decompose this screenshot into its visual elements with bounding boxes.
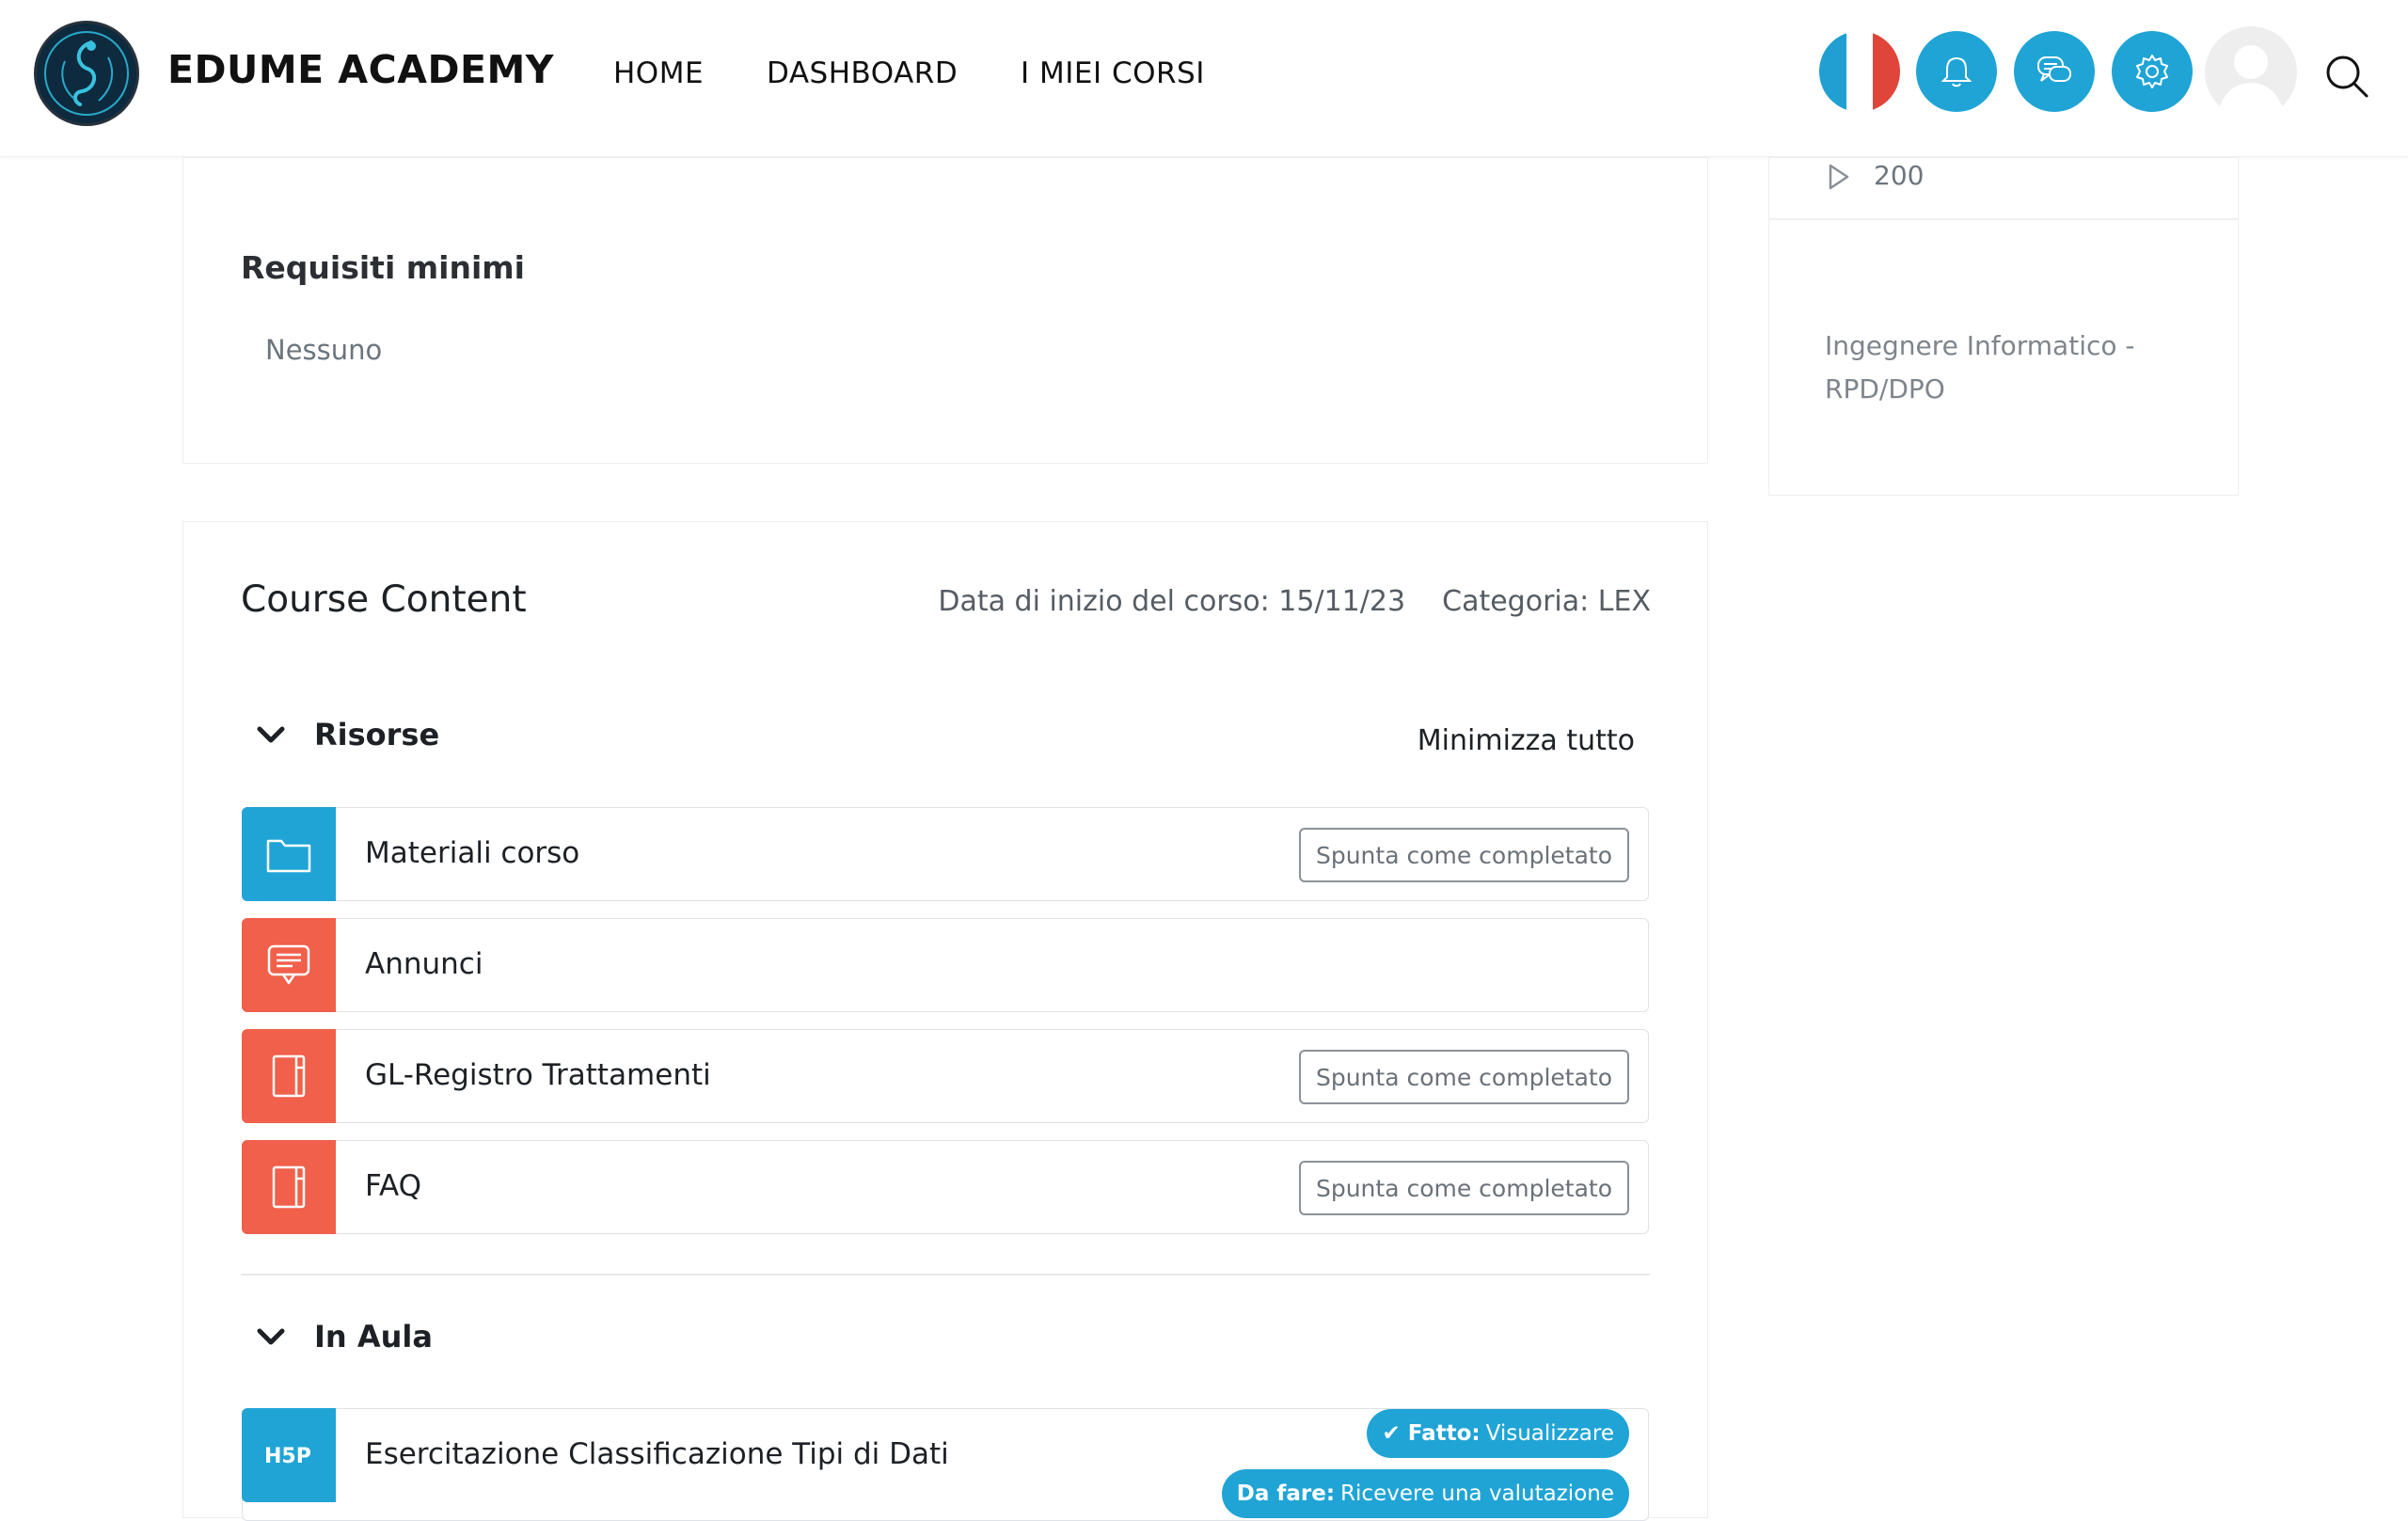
activity-row[interactable]: Annunci (242, 918, 1649, 1012)
badge-value: Visualizzare (1485, 1421, 1614, 1446)
language-flag-icon[interactable] (1819, 31, 1900, 112)
collapse-all-link[interactable]: Minimizza tutto (1418, 724, 1635, 757)
requirements-value: Nessuno (265, 334, 383, 366)
activity-row[interactable]: FAQ Spunta come completato (242, 1140, 1649, 1234)
course-content-title: Course Content (241, 578, 527, 621)
svg-text:H5P: H5P (264, 1445, 311, 1468)
check-icon: ✔ (1382, 1421, 1401, 1446)
play-icon (1829, 164, 1849, 190)
mark-complete-button[interactable]: Spunta come completato (1298, 1161, 1629, 1215)
brand-name[interactable]: EDUME ACADEMY (167, 47, 554, 92)
activity-name[interactable]: Esercitazione Classificazione Tipi di Da… (365, 1437, 949, 1471)
gear-icon (2136, 55, 2168, 88)
activity-name[interactable]: GL-Registro Trattamenti (365, 1058, 711, 1092)
teacher-role: Ingegnere Informatico - RPD/DPO (1825, 330, 2135, 404)
activity-row[interactable]: H5P Esercitazione Classificazione Tipi d… (242, 1408, 1649, 1521)
activity-count: 200 (1874, 160, 1925, 191)
notifications-button[interactable] (1916, 31, 1997, 112)
completion-done-badge: ✔ Fatto: Visualizzare (1367, 1409, 1629, 1458)
badge-label: Da fare: (1236, 1481, 1336, 1506)
chevron-down-icon[interactable] (256, 724, 286, 745)
completion-todo-badge: Da fare: Ricevere una valutazione (1221, 1469, 1629, 1518)
bell-icon (1941, 56, 1972, 87)
nav-my-courses[interactable]: I MIEI CORSI (1021, 56, 1205, 90)
mark-complete-button[interactable]: Spunta come completato (1298, 828, 1629, 882)
activity-name[interactable]: FAQ (365, 1169, 421, 1203)
requirements-card (182, 157, 1708, 464)
activity-row[interactable]: Materiali corso Spunta come completato (242, 807, 1649, 901)
settings-button[interactable] (2112, 31, 2193, 112)
activity-name[interactable]: Annunci (365, 947, 483, 981)
brand-logo[interactable] (34, 21, 139, 126)
badge-value: Ricevere una valutazione (1340, 1481, 1614, 1506)
user-avatar[interactable] (2205, 26, 2297, 119)
folder-icon (242, 807, 336, 901)
messages-button[interactable] (2014, 31, 2095, 112)
section-divider (241, 1274, 1650, 1275)
chat-icon (2037, 56, 2071, 82)
section-in-aula-header[interactable]: In Aula (256, 1319, 433, 1355)
section-risorse-header[interactable]: Risorse (256, 717, 439, 753)
badge-label: Fatto: (1407, 1421, 1481, 1446)
course-category: Categoria: LEX (1442, 585, 1651, 618)
course-start-date: Data di inizio del corso: 15/11/23 (938, 585, 1406, 618)
course-meta: Data di inizio del corso: 15/11/23 Categ… (938, 585, 1651, 618)
nav-dashboard[interactable]: DASHBOARD (767, 56, 958, 90)
teacher-card-divider (1768, 218, 2239, 220)
requirements-title: Requisiti minimi (241, 249, 525, 286)
site-header: EDUME ACADEMY HOME DASHBOARD I MIEI CORS… (0, 0, 2408, 157)
mark-complete-button[interactable]: Spunta come completato (1298, 1050, 1629, 1104)
h5p-icon: H5P (242, 1408, 336, 1502)
activity-row[interactable]: GL-Registro Trattamenti Spunta come comp… (242, 1029, 1649, 1123)
forum-icon (242, 918, 336, 1012)
chevron-down-icon[interactable] (256, 1326, 286, 1347)
activity-name[interactable]: Materiali corso (365, 836, 579, 870)
section-title: Risorse (314, 717, 440, 753)
course-content-card (182, 521, 1708, 1518)
section-title: In Aula (314, 1319, 433, 1355)
book-icon (242, 1140, 336, 1234)
book-icon (242, 1029, 336, 1123)
nav-home[interactable]: HOME (613, 56, 704, 90)
search-icon[interactable] (2323, 53, 2370, 100)
